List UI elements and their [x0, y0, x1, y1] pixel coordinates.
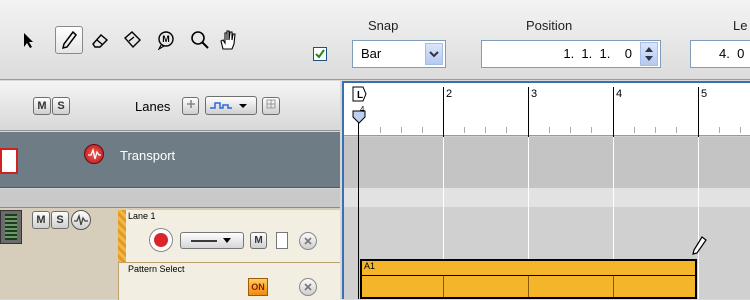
record-icon: [154, 233, 168, 247]
svg-text:M: M: [162, 34, 170, 44]
waveform-icon: [74, 213, 88, 226]
song-position-line[interactable]: [358, 123, 359, 299]
lane1-color-stripe: [118, 210, 126, 262]
eraser-tool[interactable]: [86, 26, 114, 54]
mute-all-button[interactable]: M: [33, 97, 51, 115]
chevron-down-icon: [429, 51, 439, 58]
snap-checkbox[interactable]: [313, 47, 327, 61]
lane1-lane-mute-button[interactable]: M: [250, 232, 267, 249]
snap-label: Snap: [368, 18, 399, 33]
lane1-clip-indicator: [276, 232, 288, 249]
left-locator-label: L: [357, 90, 363, 101]
bar-number: 5: [701, 88, 708, 100]
pattern-select-label: Pattern Select: [128, 264, 185, 274]
lanes-header: M S Lanes: [0, 81, 340, 131]
position-spinner[interactable]: [640, 42, 658, 66]
lane1-delete-button[interactable]: [299, 232, 317, 250]
close-icon: [304, 283, 312, 291]
lane1-solo-button[interactable]: S: [51, 211, 69, 229]
transport-record-icon: [84, 144, 104, 164]
toolbar: M Snap Bar Position 1. 1. 1. 0 Le 4. 0: [0, 0, 750, 80]
bar-ruler[interactable]: L 4 2 3 4 5: [344, 81, 750, 137]
eraser-icon: [92, 34, 109, 48]
waveform-icon: [88, 147, 101, 160]
bar-number: 2: [446, 88, 453, 100]
razor-icon: [124, 31, 141, 49]
lanes-label: Lanes: [135, 99, 171, 114]
lane-options-button[interactable]: [262, 97, 280, 115]
pencil-cursor-icon: [692, 236, 707, 255]
lane1-name: Lane 1: [128, 211, 156, 221]
position-label: Position: [526, 18, 573, 33]
pattern-lane-icon: [210, 102, 247, 109]
length-label: Le: [733, 18, 748, 33]
hand-tool[interactable]: [214, 26, 242, 54]
pattern-select-delete-button[interactable]: [299, 278, 317, 296]
position-value: 1. 1. 1. 0: [563, 46, 632, 61]
transport-lane-area[interactable]: [344, 137, 750, 188]
pencil-tool[interactable]: [55, 26, 83, 54]
lane1-mute-button[interactable]: M: [32, 211, 50, 229]
lane-type-dropdown[interactable]: [205, 96, 257, 115]
solo-all-button[interactable]: S: [52, 97, 70, 115]
hand-icon: [220, 30, 236, 50]
position-field[interactable]: 1. 1. 1. 0: [481, 40, 661, 68]
snap-select[interactable]: Bar: [352, 40, 446, 68]
transport-track-name: Transport: [120, 148, 176, 163]
bar-number: 3: [531, 88, 538, 100]
bar-number: 4: [616, 88, 623, 100]
lane1-monitor-button[interactable]: [71, 210, 91, 230]
sequencer-timeline[interactable]: L 4 2 3 4 5 A1: [342, 81, 750, 299]
magnify-icon: [191, 31, 209, 49]
pencil-icon: [61, 30, 77, 50]
pattern-clip[interactable]: A1: [360, 259, 697, 299]
chevron-down-icon: [191, 238, 231, 243]
pattern-select-on-button[interactable]: ON: [248, 278, 268, 296]
razor-tool[interactable]: [118, 26, 146, 54]
close-icon: [304, 237, 312, 245]
mute-tool[interactable]: M: [152, 26, 180, 54]
spinner-arrows-icon: [645, 47, 653, 61]
clip-label: A1: [364, 261, 376, 271]
select-arrow-tool[interactable]: [14, 26, 42, 54]
transport-track[interactable]: Transport: [0, 132, 340, 188]
magnify-tool[interactable]: [186, 26, 214, 54]
track-device-thumbnail: [0, 210, 22, 244]
track-gap: [0, 189, 340, 207]
plus-icon: [186, 100, 195, 108]
add-lane-button[interactable]: [182, 97, 199, 115]
length-value: 4. 0: [719, 46, 745, 61]
snap-value: Bar: [361, 46, 382, 61]
length-field[interactable]: 4. 0: [690, 40, 750, 68]
transport-device-icon: [0, 148, 18, 174]
snap-dropdown-button[interactable]: [425, 43, 443, 65]
lane1-record-button[interactable]: [149, 228, 173, 252]
lane1-pattern-dropdown[interactable]: [180, 232, 244, 249]
checkmark-icon: [315, 49, 325, 59]
locator-subdivision: 4: [360, 105, 365, 114]
gap-lane-area: [344, 188, 750, 207]
mute-tool-icon: M: [157, 31, 174, 50]
select-arrow-icon: [24, 33, 33, 48]
grid-icon: [266, 99, 276, 109]
lane1-track[interactable]: M S Lane 1 M Pattern Select ON: [0, 207, 340, 300]
